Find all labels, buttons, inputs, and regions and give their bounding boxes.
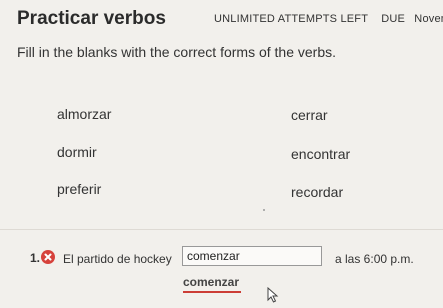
incorrect-x-icon — [41, 250, 55, 264]
correct-answer-underline — [183, 291, 241, 293]
word-bank-item: encontrar — [291, 146, 351, 162]
attempts-label: UNLIMITED ATTEMPTS LEFT — [214, 13, 368, 25]
word-bank-item: preferir — [57, 181, 102, 197]
word-bank-item: almorzar — [57, 106, 112, 122]
answer-input[interactable] — [182, 246, 322, 266]
word-bank-item: cerrar — [291, 107, 328, 123]
page-title: Practicar verbos — [17, 8, 166, 29]
section-divider — [0, 229, 443, 230]
assignment-header: Practicar verbos UNLIMITED ATTEMPTS LEFT… — [0, 0, 443, 32]
mouse-pointer-icon — [267, 286, 279, 308]
correct-answer: comenzar — [183, 275, 240, 289]
word-bank-item: dormir — [57, 144, 97, 160]
question-number: 1. — [30, 251, 41, 265]
word-bank-item: recordar — [291, 184, 344, 200]
instructions-text: Fill in the blanks with the correct form… — [17, 44, 337, 60]
due-label: DUE — [381, 13, 406, 25]
sentence-before-blank: El partido de hockey — [63, 252, 172, 266]
stray-dot — [263, 209, 265, 211]
due-date: Novem — [414, 13, 443, 25]
sentence-after-blank: a las 6:00 p.m. — [335, 252, 414, 266]
assignment-meta: UNLIMITED ATTEMPTS LEFT DUE Novem — [214, 13, 443, 25]
